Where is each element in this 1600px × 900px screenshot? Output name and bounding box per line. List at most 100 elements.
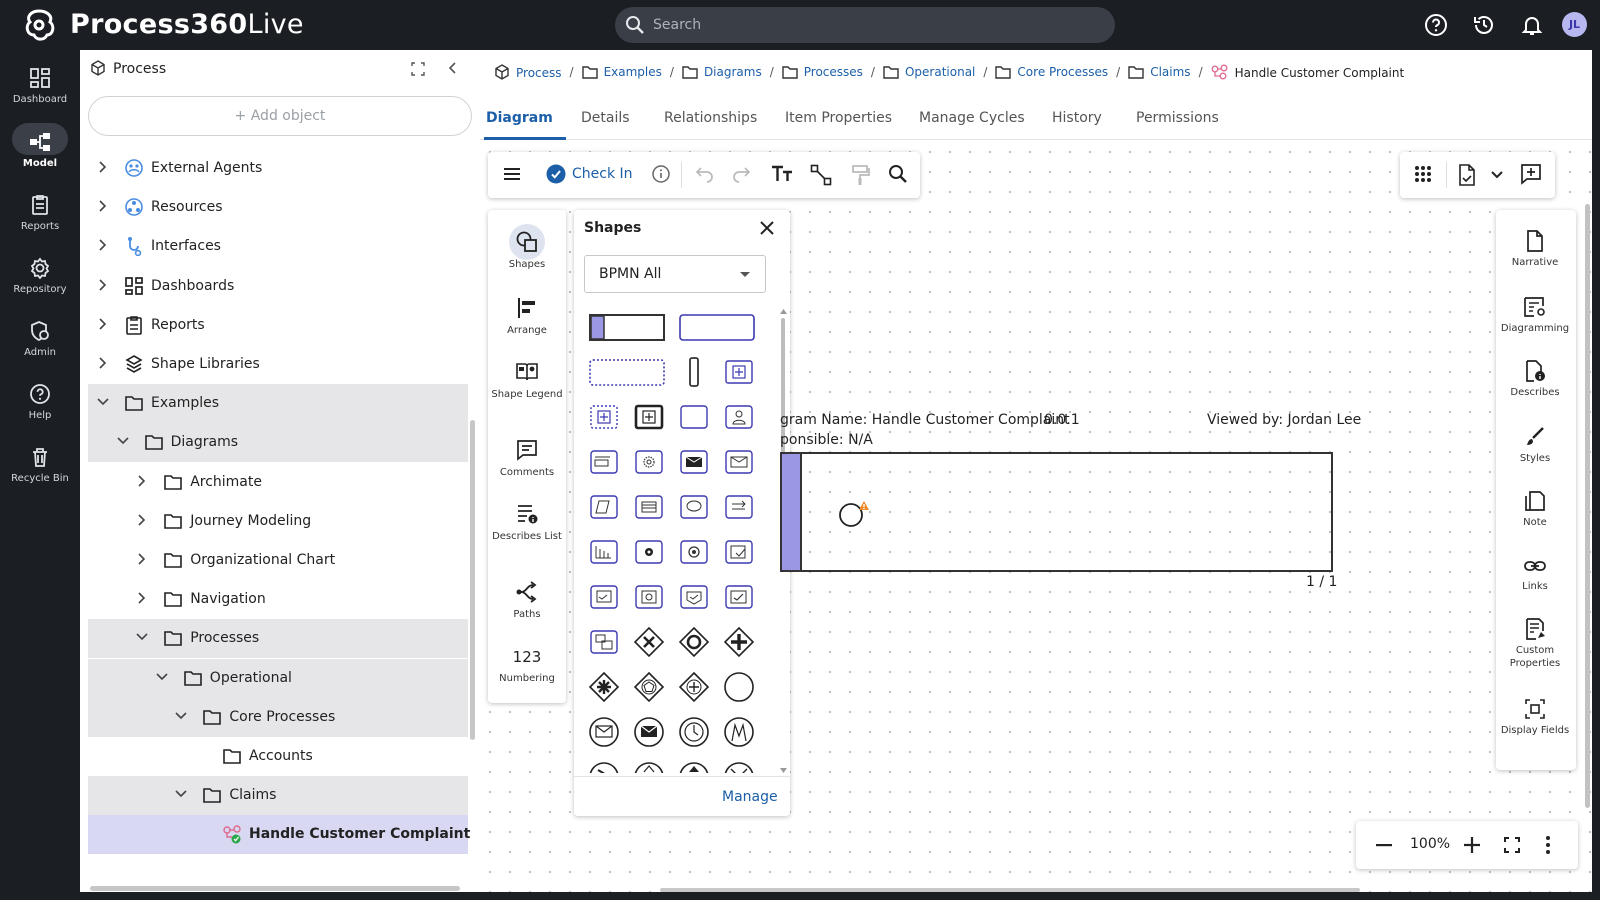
event-shape[interactable] — [679, 762, 709, 773]
nav-model[interactable]: Model — [0, 119, 80, 179]
checklist-task-shape[interactable] — [725, 540, 753, 564]
script-task-shape[interactable] — [590, 495, 618, 519]
zoom-in-icon[interactable] — [1464, 837, 1480, 853]
multi-task-shape[interactable] — [590, 630, 618, 654]
scroll-up-icon[interactable] — [780, 309, 787, 314]
rail-shape-legend[interactable]: Shape Legend — [488, 360, 566, 401]
chevron-right-icon[interactable] — [97, 161, 109, 173]
lane-shape[interactable] — [679, 314, 755, 341]
chevron-right-icon[interactable] — [97, 357, 109, 369]
collapsed-subprocess-shape[interactable] — [725, 360, 753, 384]
chevron-right-icon[interactable] — [97, 318, 109, 330]
menu-icon[interactable] — [502, 164, 522, 184]
pool-header[interactable] — [782, 454, 802, 570]
nav-repository[interactable]: Repository — [0, 245, 80, 305]
chevron-down-icon[interactable] — [1490, 170, 1504, 180]
search-bar[interactable] — [615, 7, 1115, 43]
inclusive-gateway-shape[interactable] — [678, 626, 710, 658]
tree-item-examples[interactable]: Examples — [88, 384, 468, 424]
check-in-button[interactable]: Check In — [572, 166, 633, 182]
business-rule-task-shape[interactable] — [635, 495, 663, 519]
complex-gateway-shape[interactable] — [588, 671, 620, 703]
redo-icon[interactable] — [731, 164, 753, 184]
breadcrumb-item[interactable]: Core Processes — [995, 65, 1108, 79]
zoom-out-icon[interactable] — [1376, 844, 1392, 847]
chevron-right-icon[interactable] — [136, 592, 148, 604]
vertical-lane-shape[interactable] — [689, 357, 699, 387]
chevron-right-icon[interactable] — [136, 514, 148, 526]
chevron-right-icon[interactable] — [97, 279, 109, 291]
collapse-panel-icon[interactable] — [447, 61, 459, 75]
tree-item-claims[interactable]: Claims — [88, 776, 468, 816]
tree-item-organizational-chart[interactable]: Organizational Chart — [88, 541, 468, 580]
task-shape[interactable] — [680, 405, 708, 429]
group-shape[interactable] — [589, 359, 665, 386]
nav-help[interactable]: Help — [0, 371, 80, 431]
parallel-gateway-shape[interactable] — [723, 626, 755, 658]
message-throw-event-shape[interactable] — [634, 717, 664, 747]
more-options-icon[interactable] — [1546, 836, 1550, 854]
event-shape[interactable] — [589, 762, 619, 773]
pool-shape[interactable] — [589, 314, 665, 341]
approval-task-shape[interactable] — [590, 585, 618, 609]
rail-links[interactable]: Links — [1496, 556, 1574, 593]
tree-item-core-processes[interactable]: Core Processes — [88, 697, 468, 737]
chevron-down-icon[interactable] — [136, 631, 148, 643]
chart-task-shape[interactable] — [590, 540, 618, 564]
chevron-right-icon[interactable] — [136, 475, 148, 487]
start-event-with-warning[interactable] — [838, 498, 870, 530]
undo-icon[interactable] — [693, 164, 715, 184]
tree-item-shape-libraries[interactable]: Shape Libraries — [88, 345, 468, 384]
add-comment-icon[interactable] — [1520, 163, 1542, 185]
check-in-icon[interactable] — [546, 164, 566, 184]
shape-library-select[interactable]: BPMN All — [584, 255, 766, 293]
nav-reports[interactable]: Reports — [0, 182, 80, 242]
rail-diagramming[interactable]: Diagramming — [1496, 296, 1574, 335]
nav-admin[interactable]: Admin — [0, 308, 80, 368]
tree-item-operational[interactable]: Operational — [88, 658, 468, 698]
chevron-right-icon[interactable] — [97, 239, 109, 251]
text-size-icon[interactable] — [771, 164, 793, 184]
manual-task-shape[interactable] — [590, 450, 618, 474]
tab-manage-cycles[interactable]: Manage Cycles — [919, 110, 1025, 126]
scroll-down-icon[interactable] — [780, 768, 787, 773]
tree-item-processes[interactable]: Processes — [88, 619, 468, 659]
tree-item-external-agents[interactable]: External Agents — [88, 149, 468, 188]
service-task-shape[interactable] — [635, 450, 663, 474]
chevron-down-icon[interactable] — [175, 710, 187, 722]
fit-to-screen-icon[interactable] — [1504, 837, 1520, 853]
signal-event-shape[interactable] — [724, 717, 754, 747]
nav-dashboard[interactable]: Dashboard — [0, 55, 80, 115]
rail-display-fields[interactable]: Display Fields — [1496, 698, 1574, 737]
exclusive-gateway-shape[interactable] — [633, 626, 665, 658]
tree-item-archimate[interactable]: Archimate — [88, 463, 468, 502]
manage-shapes-link[interactable]: Manage — [722, 789, 778, 805]
tree-item-resources[interactable]: Resources — [88, 188, 468, 227]
search-input[interactable] — [653, 7, 1093, 43]
zoom-level[interactable]: 100% — [1410, 836, 1450, 852]
tab-diagram[interactable]: Diagram — [486, 110, 553, 126]
chevron-down-icon[interactable] — [97, 396, 109, 408]
tree-horizontal-scrollbar[interactable] — [90, 886, 460, 891]
tab-permissions[interactable]: Permissions — [1136, 110, 1219, 126]
breadcrumb-item[interactable]: Examples — [581, 65, 662, 79]
breadcrumb-item[interactable]: Claims — [1128, 65, 1191, 79]
nav-recycle-bin[interactable]: Recycle Bin — [0, 434, 80, 494]
avatar[interactable]: JL — [1562, 12, 1587, 37]
close-icon[interactable] — [759, 220, 775, 236]
breadcrumb-item[interactable]: Operational — [883, 65, 975, 79]
tree-item-interfaces[interactable]: Interfaces — [88, 227, 468, 266]
rail-shapes[interactable]: Shapes — [488, 230, 566, 271]
chevron-right-icon[interactable] — [136, 553, 148, 565]
notifications-bell-icon[interactable] — [1520, 13, 1544, 37]
tree-item-journey-modeling[interactable]: Journey Modeling — [88, 502, 468, 541]
rail-comments[interactable]: Comments — [488, 438, 566, 479]
tree-item-dashboards[interactable]: Dashboards — [88, 267, 468, 306]
canvas-vertical-scrollbar[interactable] — [1585, 204, 1590, 808]
event-shape[interactable] — [634, 762, 664, 773]
rail-arrange[interactable]: Arrange — [488, 296, 566, 337]
chevron-down-icon[interactable] — [117, 435, 129, 447]
user-task-shape[interactable] — [725, 405, 753, 429]
format-painter-icon[interactable] — [851, 164, 871, 186]
inspect-task-shape[interactable] — [635, 585, 663, 609]
